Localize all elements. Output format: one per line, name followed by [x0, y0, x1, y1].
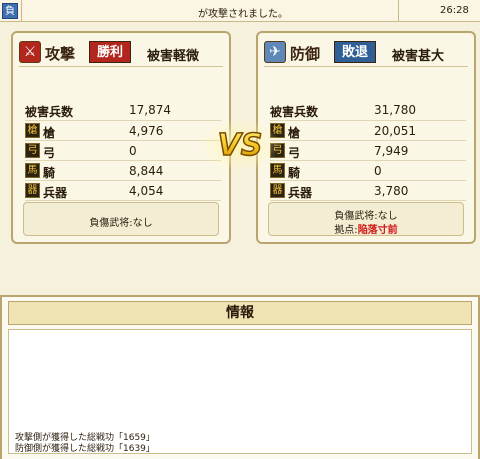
defender-panel: ✈ 防御 敗退 被害甚大 被害兵数 31,780 槍 槍 20,051 弓 弓 …: [256, 31, 476, 244]
unit-row-weapon: 器 兵器 3,780: [270, 181, 466, 201]
vs-badge: VS: [199, 117, 281, 173]
unit-row-spear: 槍 槍 20,051: [270, 121, 466, 141]
unit-label: 弓: [43, 146, 56, 160]
defender-damage-level: 被害甚大: [392, 49, 445, 64]
notification-message: が攻撃されました。: [198, 9, 288, 20]
divider: [398, 0, 399, 22]
unit-row-bow: 弓 弓 0: [25, 141, 221, 161]
spear-icon: 槍: [25, 123, 40, 138]
unit-label: 槍: [288, 126, 301, 140]
attacker-header: ⚔ 攻撃 勝利 被害軽微: [19, 39, 223, 67]
defender-label: 防御: [290, 45, 321, 63]
unit-value: 4,976: [129, 124, 164, 138]
total-casualties-value: 31,780: [374, 103, 416, 117]
defender-injured-box: 負傷武将:なし 拠点:陥落寸前: [268, 202, 464, 236]
attacker-panel: ⚔ 攻撃 勝利 被害軽微 被害兵数 17,874 槍 槍 4,976 弓 弓 0…: [11, 31, 231, 244]
unit-label: 騎: [288, 166, 301, 180]
total-casualties-value: 17,874: [129, 103, 171, 117]
total-casualties-row: 被害兵数 31,780: [270, 100, 466, 121]
defender-header: ✈ 防御 敗退 被害甚大: [264, 39, 468, 67]
unit-value: 8,844: [129, 164, 164, 178]
unit-row-weapon: 器 兵器 4,054: [25, 181, 221, 201]
total-casualties-label: 被害兵数: [25, 105, 74, 119]
unit-label: 弓: [288, 146, 301, 160]
crossed-swords-icon: ⚔: [19, 41, 41, 63]
info-title: 情報: [8, 301, 472, 325]
unit-label: 騎: [43, 166, 56, 180]
attacker-damage-level: 被害軽微: [147, 49, 200, 64]
defeat-tag: 負: [2, 3, 18, 19]
attacker-stats: 被害兵数 17,874 槍 槍 4,976 弓 弓 0 馬 騎 8,844 器 …: [25, 100, 221, 201]
unit-value: 0: [129, 144, 137, 158]
defender-stats: 被害兵数 31,780 槍 槍 20,051 弓 弓 7,949 馬 騎 0 器…: [270, 100, 466, 201]
weapon-icon: 器: [25, 183, 40, 198]
unit-row-bow: 弓 弓 7,949: [270, 141, 466, 161]
unit-value: 3,780: [374, 184, 409, 198]
unit-row-cavalry: 馬 騎 0: [270, 161, 466, 181]
divider: [21, 0, 22, 22]
weapon-icon: 器: [270, 183, 285, 198]
defeat-badge: 敗退: [334, 41, 376, 63]
unit-value: 7,949: [374, 144, 409, 158]
attacker-label: 攻撃: [45, 45, 76, 63]
unit-value: 4,054: [129, 184, 164, 198]
unit-value: 0: [374, 164, 382, 178]
base-status: 陥落寸前: [357, 225, 398, 236]
vs-text: VS: [218, 128, 263, 163]
defense-icon: ✈: [264, 41, 286, 63]
unit-row-spear: 槍 槍 4,976: [25, 121, 221, 141]
injured-general-text: 負傷武将:なし: [334, 211, 398, 222]
base-label: 拠点:: [334, 225, 358, 236]
unit-value: 20,051: [374, 124, 416, 138]
vs-icon: VS: [200, 119, 280, 171]
base-status-line: 拠点:陥落寸前: [269, 221, 463, 236]
notification-bar: 負 が攻撃されました。 26:28: [0, 0, 480, 22]
notification-time: 26:28: [440, 5, 469, 16]
injured-general-text: 負傷武将:なし: [89, 218, 153, 229]
bow-icon: 弓: [25, 143, 40, 158]
total-casualties-row: 被害兵数 17,874: [25, 100, 221, 121]
attacker-injured-box: 負傷武将:なし: [23, 202, 219, 236]
unit-label: 槍: [43, 126, 56, 140]
victory-badge: 勝利: [89, 41, 131, 63]
unit-label: 兵器: [288, 186, 313, 200]
horse-icon: 馬: [25, 163, 40, 178]
info-log: 攻撃側が獲得した総戦功「1659」 防御側が獲得した総戦功「1639」: [8, 329, 472, 454]
unit-label: 兵器: [43, 186, 68, 200]
info-panel: 情報 攻撃側が獲得した総戦功「1659」 防御側が獲得した総戦功「1639」: [0, 295, 480, 459]
log-line: 防御側が獲得した総戦功「1639」: [15, 444, 155, 454]
unit-row-cavalry: 馬 騎 8,844: [25, 161, 221, 181]
